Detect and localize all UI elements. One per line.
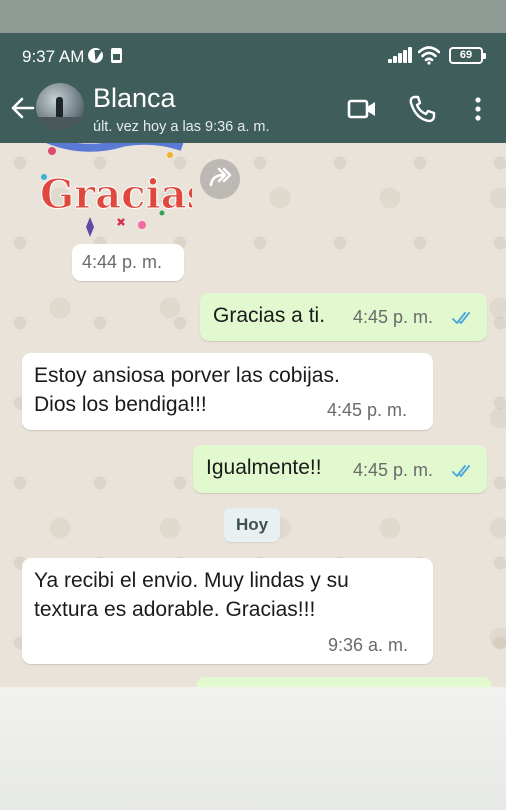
top-strip xyxy=(0,0,506,33)
read-ticks-icon xyxy=(452,465,470,477)
message-time: 4:44 p. m. xyxy=(82,252,163,272)
sticker-timestamp-bubble: 4:44 p. m. xyxy=(72,244,184,281)
message-bubble-incoming[interactable]: Estoy ansiosa porver las cobijas. Dios l… xyxy=(22,353,433,430)
chat-header: 9:37 AM 69 Blanca últ. vez hoy a las 9:3… xyxy=(0,33,506,143)
message-text: Igualmente!! xyxy=(206,456,322,479)
message-text: Gracias a ti. xyxy=(213,304,326,327)
sim-card-icon xyxy=(111,48,122,63)
status-bar: 9:37 AM 69 xyxy=(0,33,506,81)
contact-name[interactable]: Blanca xyxy=(93,83,176,114)
message-text: textura es adorable. Gracias!!! xyxy=(34,598,316,621)
message-bubble-outgoing[interactable]: Gracias a ti. 4:45 p. m. xyxy=(200,293,487,341)
battery-icon: 69 xyxy=(449,47,486,64)
more-options-icon[interactable] xyxy=(462,93,494,125)
status-time: 9:37 AM xyxy=(22,47,85,66)
contact-avatar[interactable] xyxy=(36,83,84,131)
gracias-sticker[interactable]: Gracias xyxy=(22,143,210,243)
bottom-panel xyxy=(0,687,506,810)
signal-icon xyxy=(388,47,414,63)
forward-icon[interactable] xyxy=(200,159,240,199)
back-arrow-icon[interactable] xyxy=(10,95,36,121)
sticker-text: Gracias xyxy=(40,171,192,218)
phone-call-icon[interactable] xyxy=(406,93,438,125)
message-time: 4:45 p. m. xyxy=(353,307,434,327)
read-ticks-icon xyxy=(452,312,470,324)
message-time: 4:45 p. m. xyxy=(353,460,434,480)
message-text: Dios los bendiga!!! xyxy=(34,393,207,416)
message-text: Ya recibi el envio. Muy lindas y su xyxy=(34,569,349,592)
wifi-icon xyxy=(418,46,440,65)
last-seen-status: últ. vez hoy a las 9:36 a. m. xyxy=(93,119,270,135)
message-text: Estoy ansiosa porver las cobijas. xyxy=(34,364,340,387)
message-time: 9:36 a. m. xyxy=(328,635,409,655)
video-call-icon[interactable] xyxy=(346,93,378,125)
message-bubble-outgoing[interactable]: Igualmente!! 4:45 p. m. xyxy=(193,445,487,493)
sticker-art: Gracias xyxy=(40,143,210,237)
chat-area: Gracias 4:44 p. m. Gracias a ti. 4:45 p.… xyxy=(0,143,506,687)
message-bubble-incoming[interactable]: Ya recibi el envio. Muy lindas y su text… xyxy=(22,558,433,664)
data-saver-icon xyxy=(88,48,103,63)
message-time: 4:45 p. m. xyxy=(327,400,408,420)
day-separator: Hoy xyxy=(224,508,280,542)
